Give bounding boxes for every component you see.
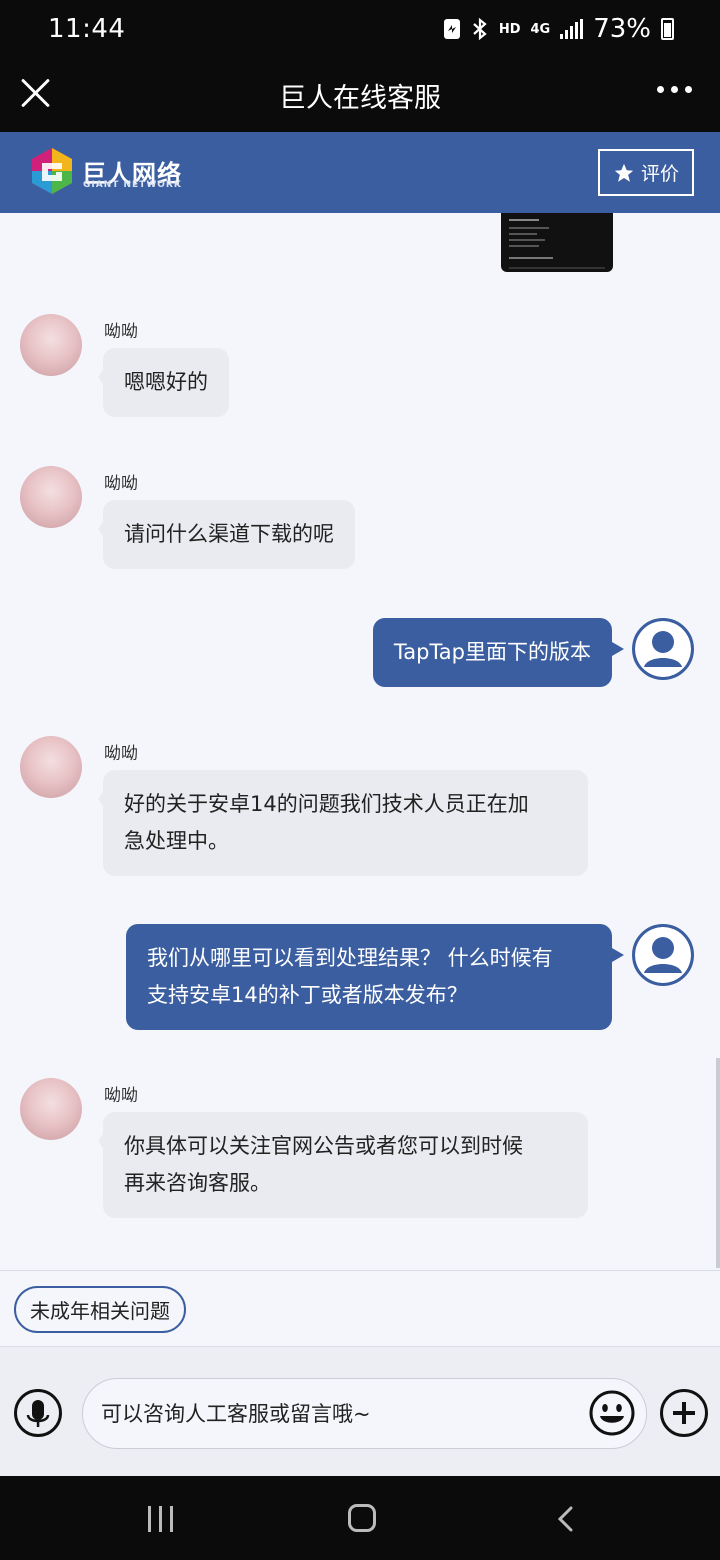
giant-logo-icon — [32, 148, 72, 194]
rate-label: 评价 — [640, 163, 679, 185]
user-message: TapTap里面下的版本 — [372, 618, 625, 687]
rate-button[interactable]: 评价 — [598, 149, 694, 196]
agent-avatar — [20, 1078, 82, 1140]
sent-screenshot-image[interactable] — [501, 213, 613, 272]
message-line: 好的关于安卓14的问题我们技术人员正在加 — [124, 792, 529, 816]
status-time: 11:44 — [48, 14, 126, 44]
back-icon[interactable] — [555, 1506, 577, 1532]
sender-name: 呦呦 — [104, 1086, 138, 1106]
sender-name: 呦呦 — [104, 744, 138, 764]
brand-name-en: GIANT NETWORK — [83, 180, 182, 190]
quick-reply-bar: 未成年相关问题 — [0, 1270, 720, 1346]
agent-message: 请问什么渠道下载的呢 — [98, 500, 355, 569]
add-attachment-icon[interactable] — [660, 1389, 708, 1437]
scrollbar[interactable] — [716, 1058, 720, 1268]
message-line: 我们从哪里可以看到处理结果？ 什么时候有 — [147, 946, 553, 970]
agent-message: 你具体可以关注官网公告或者您可以到时候 再来咨询客服。 — [98, 1112, 588, 1218]
signal-icon — [560, 19, 584, 39]
message-input-field[interactable] — [82, 1378, 647, 1449]
network-4g-label: 4G — [530, 21, 551, 37]
agent-avatar — [20, 736, 82, 798]
microphone-icon[interactable] — [14, 1389, 62, 1437]
agent-message: 好的关于安卓14的问题我们技术人员正在加 急处理中。 — [98, 770, 588, 876]
battery-percent: 73% — [593, 14, 651, 44]
status-bar: 11:44 HD 4G 73% — [0, 0, 720, 62]
user-avatar — [632, 618, 694, 680]
status-icons: HD 4G 73% — [443, 14, 674, 44]
brand-header: 巨人网络 GIANT NETWORK 评价 — [0, 132, 720, 213]
home-icon[interactable] — [348, 1504, 376, 1532]
user-avatar — [632, 924, 694, 986]
sender-name: 呦呦 — [104, 474, 138, 494]
message-input[interactable] — [101, 1395, 571, 1433]
sync-icon — [443, 19, 460, 39]
user-message: 我们从哪里可以看到处理结果？ 什么时候有 支持安卓14的补丁或者版本发布？ — [126, 924, 624, 1030]
user-silhouette-icon — [635, 927, 691, 983]
agent-avatar — [20, 314, 82, 376]
agent-message: 嗯嗯好的 — [98, 348, 229, 417]
message-line: 再来咨询客服。 — [124, 1171, 271, 1195]
bluetooth-icon — [473, 17, 487, 41]
user-silhouette-icon — [635, 621, 691, 677]
message-line: 急处理中。 — [124, 829, 229, 853]
system-nav-bar — [0, 1476, 720, 1560]
sender-name: 呦呦 — [104, 322, 138, 342]
recent-apps-icon[interactable] — [148, 1506, 173, 1532]
more-options-icon[interactable] — [657, 86, 692, 93]
input-bar — [0, 1346, 720, 1476]
star-icon — [614, 163, 634, 182]
message-line: 支持安卓14的补丁或者版本发布？ — [147, 983, 468, 1007]
message-line: 你具体可以关注官网公告或者您可以到时候 — [124, 1134, 523, 1158]
page-title: 巨人在线客服 — [279, 83, 441, 114]
battery-icon — [661, 18, 674, 40]
hd-label: HD — [498, 21, 521, 37]
title-bar: 巨人在线客服 — [0, 62, 720, 132]
emoji-icon[interactable] — [588, 1389, 636, 1437]
agent-avatar — [20, 466, 82, 528]
quick-reply-chip[interactable]: 未成年相关问题 — [14, 1286, 186, 1333]
chat-messages[interactable]: 呦呦 嗯嗯好的 呦呦 请问什么渠道下载的呢 TapTap里面下的版本 呦呦 好的… — [0, 213, 720, 1270]
